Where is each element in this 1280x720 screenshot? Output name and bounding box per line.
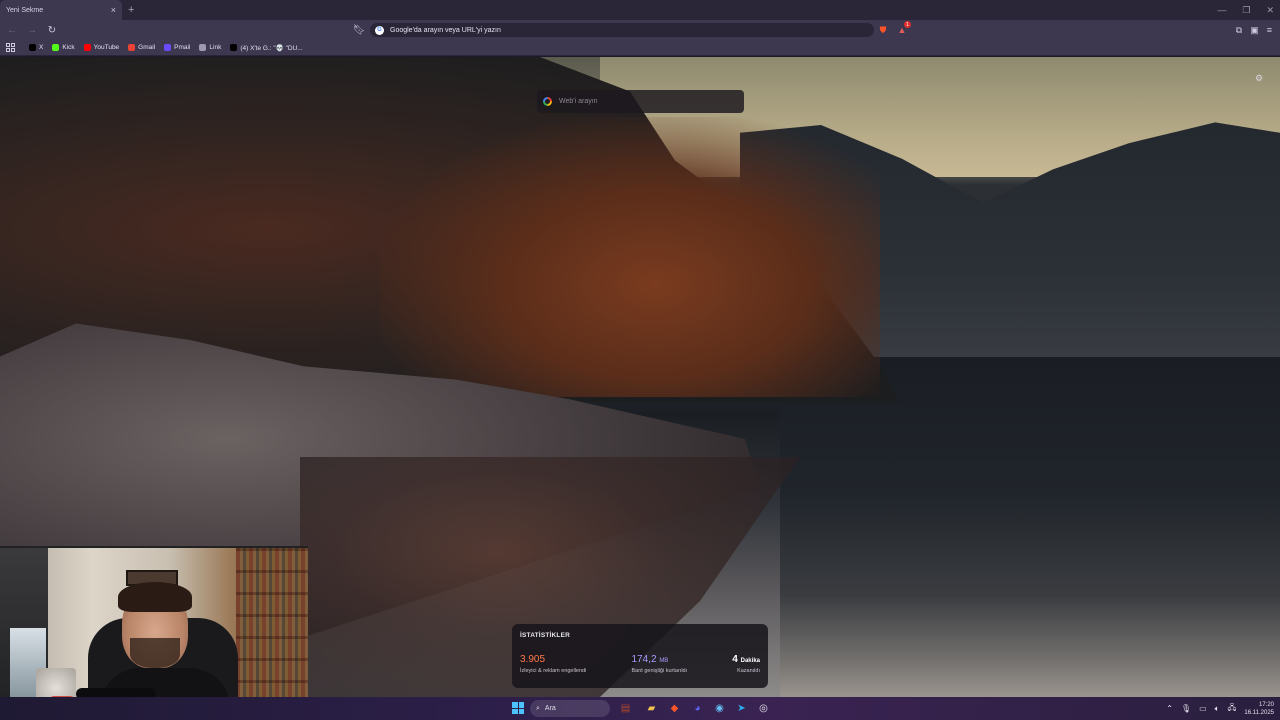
chrome-icon[interactable]: ◎	[755, 700, 772, 717]
brave-shield-icon[interactable]: ⛊	[877, 23, 889, 37]
stats-widget: İSTATİSTİKLER 3.905 İzleyici & reklam en…	[512, 624, 768, 688]
display-icon[interactable]: ▭	[1199, 704, 1207, 713]
tab-strip: Yeni Sekme × + — ❐ ✕	[0, 0, 1280, 20]
ntp-search-placeholder: Web'i arayın	[559, 98, 598, 105]
ntp-search-box[interactable]: Web'i arayın	[537, 90, 744, 113]
steam-icon[interactable]: ◉	[711, 700, 728, 717]
bookmark-label: Pmail	[174, 44, 191, 51]
bookmark-item[interactable]: Link	[199, 44, 221, 51]
stat-bandwidth-saved: 174,2 MB Bant genişliği kurtarıldı	[631, 654, 688, 674]
discord-icon[interactable]: ◕	[689, 700, 706, 717]
rewards-badge: 1	[904, 21, 911, 28]
address-bar[interactable]: G Google'da arayın veya URL'yi yazın	[370, 23, 874, 37]
browser-toolbar: ← → ↻ 🔖︎ G Google'da arayın veya URL'yi …	[0, 20, 1280, 40]
bookmark-label: X	[39, 44, 44, 51]
stats-row: 3.905 İzleyici & reklam engellendi 174,2…	[520, 654, 760, 674]
microphone-icon[interactable]: 🎙︎	[1181, 704, 1191, 713]
link-icon	[199, 44, 207, 51]
google-icon: G	[375, 25, 384, 35]
window-controls: — ❐ ✕	[1217, 0, 1274, 20]
stats-title: İSTATİSTİKLER	[520, 632, 571, 639]
telegram-icon[interactable]: ➤	[733, 700, 750, 717]
bookmark-item[interactable]: Pmail	[164, 44, 190, 51]
bookmark-label: Gmail	[138, 44, 156, 51]
taskbar-search-label: Ara	[544, 705, 556, 712]
youtube-icon	[83, 44, 91, 51]
start-menu-icon[interactable]	[512, 702, 524, 714]
x-icon	[230, 44, 238, 51]
winrar-icon[interactable]: ▤	[617, 700, 634, 717]
bookmark-icon[interactable]: 🔖︎	[352, 22, 366, 38]
close-tab-icon[interactable]: ×	[111, 5, 116, 15]
bookmark-item[interactable]: YouTube	[83, 44, 120, 51]
brave-rewards-icon[interactable]: ▲ 1	[895, 21, 911, 37]
chevron-up-icon[interactable]: ⌃	[1166, 704, 1173, 713]
gmail-icon	[128, 44, 136, 51]
apps-grid-icon[interactable]	[6, 43, 15, 52]
webcam-overlay	[0, 546, 308, 720]
back-icon[interactable]: ←	[4, 22, 20, 38]
bookmark-item[interactable]: (4) X'te G.: "💀 "DU...	[230, 44, 303, 52]
tab-active[interactable]: Yeni Sekme ×	[0, 0, 122, 20]
bookmark-item[interactable]: X	[29, 44, 43, 51]
clock[interactable]: 17:20 16.11.2025	[1244, 701, 1274, 717]
bookmark-label: Link	[209, 44, 222, 51]
menu-icon[interactable]: ≡	[1267, 25, 1272, 35]
windows-taskbar: ⌕ Ara ▤ ▰ ◆ ◕ ◉ ➤ ◎ ⌃ 🎙︎ ▭ 🔈︎ 🖧︎ 17:20 16.11.2…	[0, 697, 1280, 720]
reload-icon[interactable]: ↻	[44, 22, 60, 38]
bookmark-label: YouTube	[93, 44, 120, 51]
bookmark-label: (4) X'te G.: "💀 "DU...	[240, 44, 303, 52]
forward-icon[interactable]: →	[24, 22, 40, 38]
settings-gear-icon[interactable]: ⚙	[1254, 73, 1264, 83]
search-icon: ⌕	[536, 704, 540, 712]
stat-trackers-blocked: 3.905 İzleyici & reklam engellendi	[520, 654, 587, 674]
new-tab-icon[interactable]: +	[128, 4, 134, 16]
maximize-icon[interactable]: ❐	[1242, 5, 1250, 16]
bookmark-item[interactable]: Kick	[52, 44, 75, 51]
extensions-icon[interactable]: ⧉	[1236, 25, 1242, 36]
tab-title: Yeni Sekme	[6, 6, 44, 14]
clock-date: 16.11.2025	[1244, 709, 1274, 716]
google-logo-icon	[543, 97, 552, 106]
network-icon[interactable]: 🖧︎	[1227, 702, 1236, 716]
close-window-icon[interactable]: ✕	[1266, 5, 1274, 16]
toolbar-right: ⧉ ▣ ≡	[1236, 22, 1272, 38]
volume-icon[interactable]: 🔈︎	[1215, 704, 1220, 714]
taskbar-search[interactable]: ⌕ Ara	[530, 700, 610, 717]
kick-icon	[52, 44, 60, 51]
bookmark-item[interactable]: Gmail	[128, 44, 155, 51]
x-icon	[29, 44, 36, 51]
address-bar-placeholder: Google'da arayın veya URL'yi yazın	[390, 26, 501, 34]
clock-time: 17:20	[1258, 701, 1274, 708]
bookmark-label: Kick	[62, 44, 75, 51]
minimize-icon[interactable]: —	[1217, 5, 1226, 15]
file-explorer-icon[interactable]: ▰	[643, 700, 660, 717]
stat-time-saved: 4 Dakika Kazanıldı	[732, 654, 760, 674]
sidebar-icon[interactable]: ▣	[1250, 25, 1259, 36]
pmail-icon	[164, 44, 172, 51]
system-tray: ⌃ 🎙︎ ▭ 🔈︎ 🖧︎ 17:20 16.11.2025	[1166, 697, 1274, 720]
bookmarks-bar: X Kick YouTube Gmail Pmail Link (4) X'te G.: "…	[0, 40, 1280, 56]
brave-icon[interactable]: ◆	[666, 700, 683, 717]
